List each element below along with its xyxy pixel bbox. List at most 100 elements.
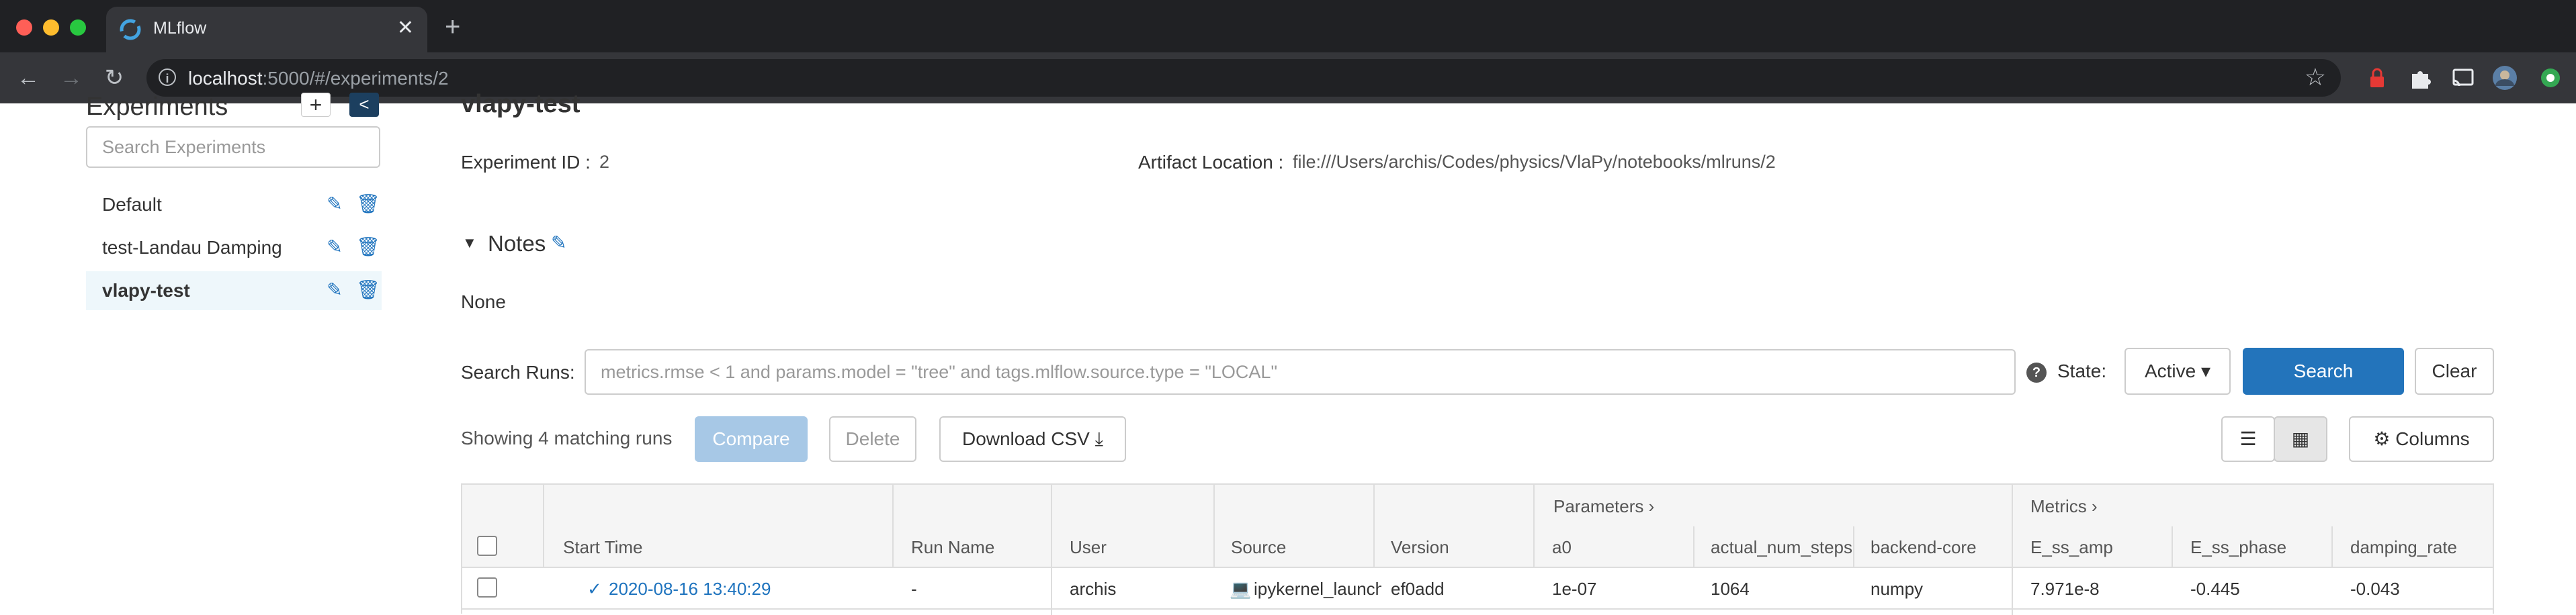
edit-icon[interactable]: ✎ xyxy=(324,279,345,301)
delete-icon[interactable]: 🗑 xyxy=(356,279,380,301)
artifact-location-label: Artifact Location : xyxy=(1138,152,1284,173)
edit-icon[interactable]: ✎ xyxy=(324,236,345,258)
column-header-source[interactable]: Source xyxy=(1231,537,1286,558)
delete-icon[interactable]: 🗑 xyxy=(356,236,380,258)
extensions-puzzle-icon[interactable] xyxy=(2407,64,2434,91)
back-icon[interactable]: ← xyxy=(13,63,43,93)
compare-button[interactable]: Compare xyxy=(695,416,808,462)
reload-icon[interactable]: ↻ xyxy=(99,63,129,93)
experiment-id-label: Experiment ID : xyxy=(461,152,591,173)
notes-toggle-icon[interactable]: ▼ xyxy=(462,234,477,252)
column-divider xyxy=(1373,485,1375,568)
window-close-button[interactable] xyxy=(16,19,32,36)
cast-icon[interactable] xyxy=(2450,64,2477,91)
run-name-cell: - xyxy=(911,579,917,599)
edit-icon[interactable]: ✎ xyxy=(324,193,345,216)
column-divider xyxy=(2172,526,2173,568)
column-header-start-time[interactable]: Start Time xyxy=(563,537,642,558)
column-divider xyxy=(1213,485,1215,568)
list-view-button[interactable]: ☰ xyxy=(2221,416,2275,462)
page-title: vlapy-test xyxy=(461,90,581,118)
chevron-right-icon: › xyxy=(1648,496,1655,516)
experiment-item-default[interactable]: Default ✎ 🗑 xyxy=(86,185,382,224)
experiment-id-value: 2 xyxy=(599,152,610,172)
artifact-location-value: file:///Users/archis/Codes/physics/VlaPy… xyxy=(1293,152,1776,172)
window-maximize-button[interactable] xyxy=(70,19,86,36)
experiment-label: Default xyxy=(102,194,162,215)
chevron-right-icon: › xyxy=(2092,496,2098,516)
column-header-user[interactable]: User xyxy=(1070,537,1107,558)
column-divider xyxy=(1533,485,1535,568)
metric-e-ss-phase-cell: -0.445 xyxy=(2190,579,2240,599)
delete-button[interactable]: Delete xyxy=(829,416,916,462)
column-divider xyxy=(543,485,544,568)
table-header-row: Start Time Run Name User Source Version … xyxy=(462,526,2493,568)
delete-icon[interactable]: 🗑 xyxy=(356,193,380,216)
notes-title[interactable]: Notes xyxy=(488,231,546,256)
browser-tab[interactable]: MLflow ✕ xyxy=(106,7,427,52)
experiment-item-test-landau-damping[interactable]: test-Landau Damping ✎ 🗑 xyxy=(86,228,382,267)
parameters-group-label: Parameters xyxy=(1553,496,1644,516)
columns-label: Columns xyxy=(2395,428,2470,449)
new-tab-icon[interactable]: + xyxy=(445,13,460,40)
forward-icon[interactable]: → xyxy=(56,63,86,93)
state-dropdown[interactable]: Active ▾ xyxy=(2124,348,2231,395)
column-divider xyxy=(892,485,894,568)
site-info-icon[interactable]: i xyxy=(159,68,176,86)
parameters-group-header[interactable]: Parameters › xyxy=(1553,496,1654,517)
profile-avatar-icon[interactable] xyxy=(2491,64,2518,91)
version-cell[interactable]: ef0add xyxy=(1391,579,1445,600)
state-label: State: xyxy=(2057,361,2107,381)
source-cell[interactable]: ipykernel_launcher.py xyxy=(1254,579,1381,600)
column-header-actual-num-steps[interactable]: actual_num_steps xyxy=(1711,537,1852,558)
window-minimize-button[interactable] xyxy=(43,19,59,36)
column-header-damping-rate[interactable]: damping_rate xyxy=(2350,537,2457,558)
search-runs-label: Search Runs: xyxy=(461,362,575,383)
download-csv-button[interactable]: Download CSV ⤓ xyxy=(939,416,1126,462)
metrics-group-label: Metrics xyxy=(2030,496,2087,516)
column-header-e-ss-amp[interactable]: E_ss_amp xyxy=(2030,537,2113,558)
column-divider xyxy=(2012,485,2013,615)
run-start-time-link[interactable]: 2020-08-16 13:40:29 xyxy=(609,579,771,600)
url-path: :5000/#/experiments/2 xyxy=(262,68,449,89)
param-actual-num-steps-cell: 1064 xyxy=(1711,579,1750,599)
column-divider xyxy=(1853,526,1854,568)
search-runs-input[interactable]: metrics.rmse < 1 and params.model = "tre… xyxy=(585,349,2016,395)
grid-view-button[interactable]: ▦ xyxy=(2274,416,2327,462)
download-icon: ⤓ xyxy=(1094,428,1104,449)
url-text: localhost:5000/#/experiments/2 xyxy=(188,68,449,89)
collapse-sidebar-button[interactable]: < xyxy=(349,93,379,117)
columns-button[interactable]: ⚙ Columns xyxy=(2349,416,2494,462)
metrics-group-header[interactable]: Metrics › xyxy=(2030,496,2098,517)
experiment-item-vlapy-test[interactable]: vlapy-test ✎ 🗑 xyxy=(86,271,382,310)
column-header-backend-core[interactable]: backend-core xyxy=(1871,537,1977,558)
table-row[interactable]: ✓ 2020-08-16 13:40:29 - archis 💻 ipykern… xyxy=(462,568,2493,610)
help-icon[interactable]: ? xyxy=(2026,363,2047,383)
clear-button[interactable]: Clear xyxy=(2415,348,2494,395)
experiment-label: test-Landau Damping xyxy=(102,237,282,258)
gear-icon: ⚙ xyxy=(2373,428,2391,449)
extension-badge-icon[interactable] xyxy=(2537,64,2564,91)
tab-title: MLflow xyxy=(153,19,207,38)
bookmark-star-icon[interactable]: ☆ xyxy=(2305,63,2326,91)
search-experiments-input[interactable]: Search Experiments xyxy=(86,126,380,168)
column-header-e-ss-phase[interactable]: E_ss_phase xyxy=(2190,537,2286,558)
column-divider xyxy=(2331,526,2333,568)
lock-extension-icon[interactable] xyxy=(2364,64,2391,91)
column-group-row: Parameters › Metrics › xyxy=(462,485,2493,528)
tab-close-icon[interactable]: ✕ xyxy=(397,16,414,40)
url-host: localhost xyxy=(188,68,263,89)
edit-notes-icon[interactable]: ✎ xyxy=(551,233,571,253)
column-header-a0[interactable]: a0 xyxy=(1552,537,1572,558)
column-header-run-name[interactable]: Run Name xyxy=(911,537,994,558)
browser-tab-bar: MLflow ✕ + xyxy=(0,0,2576,52)
state-value: Active xyxy=(2144,361,2196,381)
select-all-checkbox[interactable] xyxy=(477,536,497,556)
row-select-checkbox[interactable] xyxy=(477,577,497,598)
metric-damping-rate-cell: -0.043 xyxy=(2350,579,2400,599)
column-header-version[interactable]: Version xyxy=(1391,537,1449,558)
download-csv-label: Download CSV xyxy=(961,428,1090,449)
param-a0-cell: 1e-07 xyxy=(1552,579,1597,599)
add-experiment-button[interactable]: + xyxy=(301,93,331,117)
search-button[interactable]: Search xyxy=(2243,348,2404,395)
